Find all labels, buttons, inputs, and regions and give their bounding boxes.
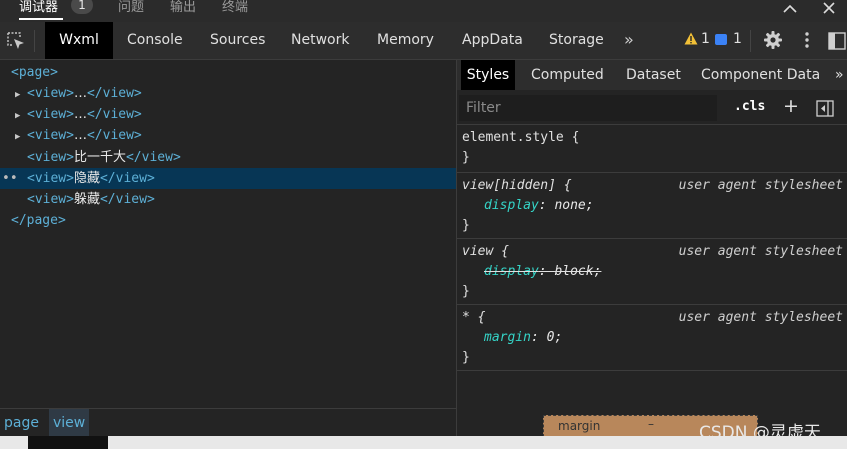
filter-row: .cls + (457, 95, 847, 123)
rule-close: } (462, 150, 470, 165)
inspect-element-icon[interactable] (6, 31, 26, 51)
style-rule-universal: * { user agent stylesheet margin: 0; } (457, 304, 847, 371)
rule-selector[interactable]: element.style { (462, 128, 579, 148)
rule-declaration[interactable]: display: none; (484, 196, 594, 216)
tab-wxml[interactable]: Wxml (45, 22, 113, 59)
style-rule-view-hidden: view[hidden] { user agent stylesheet dis… (457, 172, 847, 238)
style-rule-view: view { user agent stylesheet display: bl… (457, 238, 847, 304)
tab-problems[interactable]: 问题 (118, 0, 144, 15)
new-rule-button[interactable]: + (783, 95, 799, 117)
rule-selector[interactable]: view[hidden] { (462, 176, 572, 196)
breadcrumb: page view (0, 408, 456, 437)
breadcrumb-item-page[interactable]: page (0, 409, 43, 437)
tab-dataset[interactable]: Dataset (626, 60, 681, 90)
dom-node-collapsed[interactable]: ▶ <view>…</view> (15, 125, 142, 146)
tab-network[interactable]: Network (291, 22, 349, 59)
dom-node-page-close[interactable]: </page> (11, 210, 66, 231)
styles-tab-bar: Styles Computed Dataset Component Data » (457, 60, 847, 90)
dom-node-page-open[interactable]: <page> (11, 62, 58, 83)
style-rule-element: element.style { } (457, 124, 847, 172)
rule-origin: user agent stylesheet (678, 244, 843, 259)
dom-node-collapsed[interactable]: ▶ <view>…</view> (15, 83, 142, 104)
tab-computed[interactable]: Computed (531, 60, 604, 90)
rule-selector[interactable]: * { (462, 308, 485, 328)
tab-terminal[interactable]: 终端 (222, 0, 248, 15)
rule-origin: user agent stylesheet (678, 178, 843, 193)
rule-close: } (462, 350, 470, 365)
panel-tab-strip: 调试器 1 问题 输出 终端 (0, 0, 847, 22)
tab-debugger[interactable]: 调试器 (19, 0, 58, 15)
tab-output[interactable]: 输出 (170, 0, 196, 15)
cls-toggle-button[interactable]: .cls (734, 99, 765, 114)
tab-sources[interactable]: Sources (210, 22, 265, 59)
styles-pane: Styles Computed Dataset Component Data »… (457, 60, 847, 438)
tab-storage[interactable]: Storage (549, 22, 604, 59)
rule-declaration-overridden[interactable]: display: block; (484, 262, 601, 282)
rule-origin: user agent stylesheet (678, 310, 843, 325)
more-options-icon[interactable] (804, 30, 810, 50)
expand-triangle-icon[interactable]: ▶ (15, 106, 27, 127)
tab-styles[interactable]: Styles (461, 60, 515, 90)
dom-node-view-selected[interactable]: •• <view>隐藏</view> (0, 168, 456, 189)
dom-node-collapsed[interactable]: ▶ <view>…</view> (15, 104, 142, 125)
toolbar-separator (750, 30, 751, 52)
warning-count[interactable]: 1 (701, 31, 710, 47)
breadcrumb-item-view[interactable]: view (49, 409, 90, 437)
dock-side-icon[interactable] (828, 32, 846, 50)
filter-input[interactable] (459, 95, 717, 121)
tab-memory[interactable]: Memory (377, 22, 434, 59)
devtools-toolbar: Wxml Console Sources Network Memory AppD… (0, 22, 847, 60)
rule-close: } (462, 218, 470, 233)
active-tab-underline (19, 18, 63, 20)
rule-close: } (462, 284, 470, 299)
more-tabs-chevron-icon[interactable]: » (624, 30, 634, 49)
tab-component-data[interactable]: Component Data (701, 60, 820, 90)
bottom-scrollbar[interactable] (0, 436, 847, 449)
more-tabs-chevron-icon[interactable]: » (835, 60, 844, 90)
message-count[interactable]: 1 (733, 31, 742, 47)
toggle-sidebar-icon[interactable] (816, 100, 834, 117)
dom-node-view[interactable]: <view>比一千大</view> (27, 147, 181, 168)
tab-appdata[interactable]: AppData (462, 22, 523, 59)
chevron-up-icon[interactable] (781, 0, 799, 18)
close-icon[interactable] (820, 0, 838, 18)
gear-icon[interactable] (763, 30, 783, 50)
debugger-badge: 1 (71, 0, 93, 14)
dom-node-view[interactable]: <view>躲藏</view> (27, 189, 155, 210)
wxml-tree-pane: <page> ▶ <view>…</view> ▶ <view>…</view> ▶… (0, 60, 456, 408)
expand-triangle-icon[interactable]: ▶ (15, 127, 27, 148)
expand-triangle-icon[interactable]: ▶ (15, 85, 27, 106)
toolbar-separator (34, 30, 35, 52)
message-icon[interactable] (715, 34, 727, 45)
rule-selector[interactable]: view { (462, 242, 509, 262)
selected-node-marker: •• (2, 171, 18, 186)
tab-console[interactable]: Console (127, 22, 183, 59)
rule-declaration[interactable]: margin: 0; (484, 328, 562, 348)
scroll-thumb[interactable] (28, 436, 108, 449)
warning-icon[interactable] (684, 32, 698, 45)
